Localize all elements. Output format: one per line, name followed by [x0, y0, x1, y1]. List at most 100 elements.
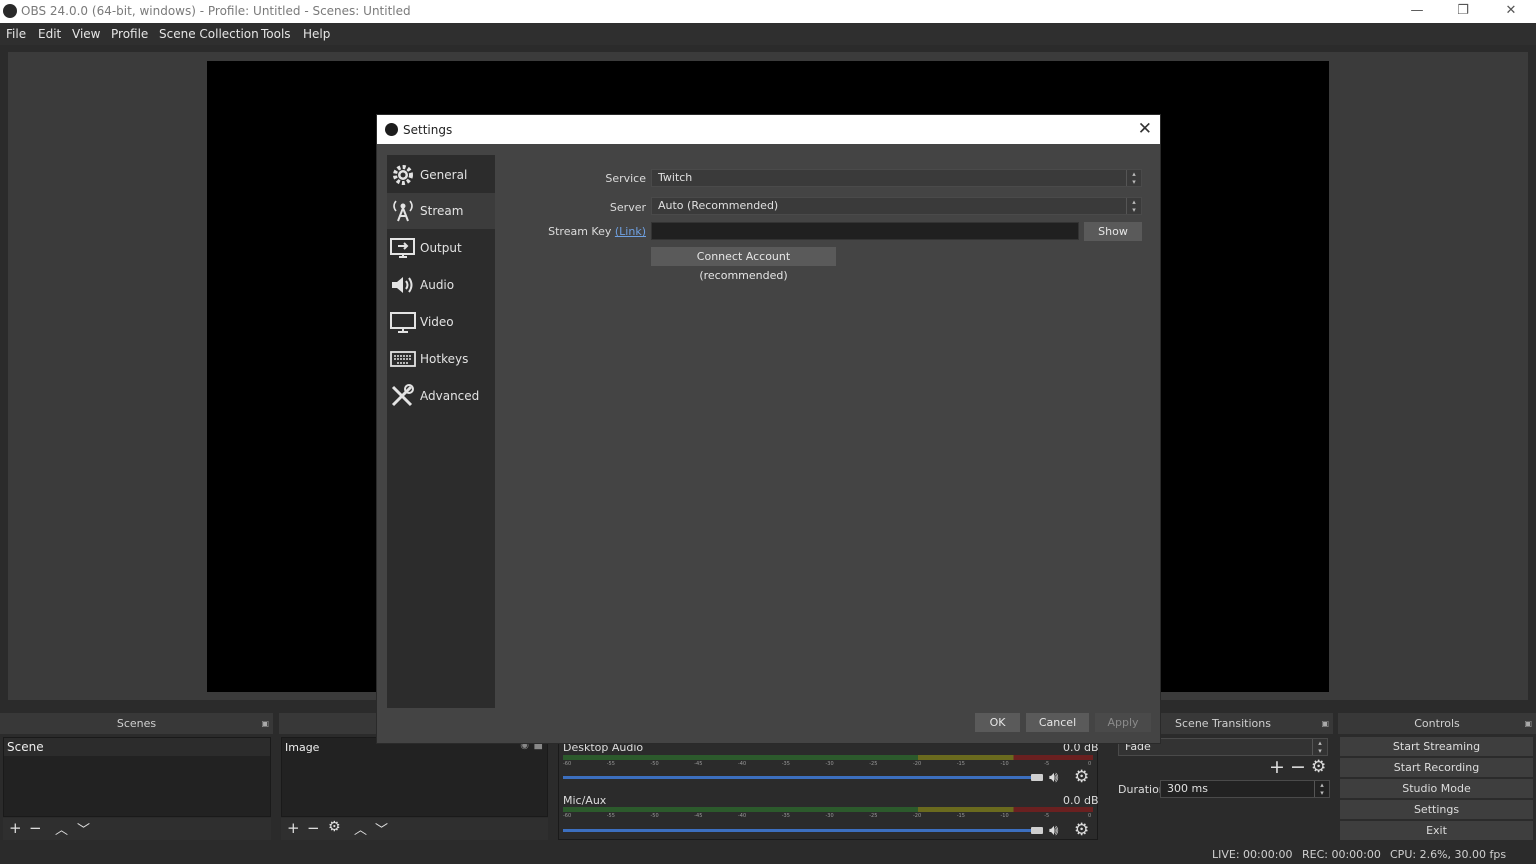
updown-icon: ▴ ▾ [1312, 739, 1327, 755]
meter-tick-label: -15 [956, 813, 965, 819]
gear-icon[interactable]: ⚙ [1074, 767, 1089, 787]
cancel-button[interactable]: Cancel [1026, 713, 1089, 732]
meter-tick-label: -5 [1044, 761, 1050, 767]
move-down-icon[interactable]: ﹀ [77, 819, 90, 838]
stream-key-text: Stream Key [548, 225, 612, 238]
cpu-status: CPU: 2.6%, 30.00 fps [1390, 848, 1507, 861]
category-label: Audio [420, 278, 455, 292]
minimize-button[interactable]: — [1394, 0, 1440, 23]
move-down-icon[interactable]: ﹀ [375, 819, 388, 838]
mixer-track-name: Mic/Aux [563, 794, 607, 807]
remove-icon[interactable]: − [29, 819, 42, 837]
duration-input[interactable]: 300 ms ▴ ▾ [1160, 780, 1330, 798]
meter-tick-label: -45 [694, 813, 703, 819]
add-icon[interactable]: + [9, 819, 22, 837]
gear-icon[interactable]: ⚙ [1311, 757, 1326, 777]
menu-tools[interactable]: Tools [261, 27, 291, 41]
menu-view[interactable]: View [72, 27, 100, 41]
category-stream[interactable]: Stream [387, 193, 495, 229]
settings-categories: General Stream Output Audio Video Hotkey… [387, 155, 495, 708]
start-recording-button[interactable]: Start Recording [1340, 758, 1533, 777]
category-advanced[interactable]: Advanced [387, 378, 495, 414]
meter-tick-label: -5 [1044, 813, 1050, 819]
service-value: Twitch [658, 171, 693, 184]
menu-profile[interactable]: Profile [111, 27, 148, 41]
menu-edit[interactable]: Edit [38, 27, 61, 41]
meter-tick-label: -50 [650, 813, 659, 819]
volume-slider[interactable] [563, 829, 1033, 832]
category-general[interactable]: General [387, 157, 495, 193]
category-audio[interactable]: Audio [387, 267, 495, 303]
scenes-dock-title: Scenes [116, 717, 157, 730]
remove-icon[interactable]: − [1290, 756, 1306, 778]
scenes-list: Scene [3, 737, 271, 817]
updown-icon: ▴ ▾ [1126, 170, 1141, 186]
meter-tick-label: -25 [869, 813, 878, 819]
exit-button[interactable]: Exit [1340, 821, 1533, 840]
volume-meter [563, 755, 1093, 760]
meter-tick-label: -15 [956, 761, 965, 767]
restore-button[interactable]: ❐ [1440, 0, 1486, 23]
server-value: Auto (Recommended) [658, 199, 779, 212]
service-label: Service [605, 172, 646, 185]
stream-key-input[interactable] [651, 222, 1079, 240]
category-label: Stream [420, 204, 464, 218]
speaker-icon [392, 277, 413, 293]
meter-tick-label: -60 [563, 813, 572, 819]
volume-slider[interactable] [563, 776, 1033, 779]
obs-logo-icon [385, 123, 398, 136]
apply-button[interactable]: Apply [1095, 713, 1151, 732]
list-item[interactable]: Scene [4, 738, 270, 756]
menu-help[interactable]: Help [303, 27, 330, 41]
category-label: Hotkeys [420, 352, 469, 366]
ok-button[interactable]: OK [975, 713, 1020, 732]
category-video[interactable]: Video [387, 304, 495, 340]
menu-file[interactable]: File [6, 27, 26, 41]
speaker-icon[interactable]: 🔊︎ [1049, 821, 1058, 839]
dock-float-icon[interactable]: ▣ [261, 713, 269, 734]
updown-icon[interactable]: ▴ ▾ [1314, 781, 1329, 797]
stream-key-link[interactable]: (Link) [615, 225, 646, 238]
category-hotkeys[interactable]: Hotkeys [387, 341, 495, 377]
meter-tick-label: -35 [781, 813, 790, 819]
menu-scene-collection[interactable]: Scene Collection [159, 27, 259, 41]
move-up-icon[interactable]: ︿ [55, 819, 68, 838]
volume-slider-handle[interactable] [1031, 774, 1043, 781]
gear-icon[interactable]: ⚙ [1074, 820, 1089, 840]
sources-list: Image ◉ ■ [281, 737, 548, 817]
dock-float-icon[interactable]: ▣ [1321, 713, 1329, 734]
server-select[interactable]: Auto (Recommended) ▴ ▾ [651, 197, 1142, 215]
volume-slider-handle[interactable] [1031, 827, 1043, 834]
meter-ticks: -60 -55 -50 -45 -40 -35 -30 -25 -20 -15 -10 -5 0 [563, 761, 1093, 770]
meter-tick-label: -40 [738, 813, 747, 819]
rec-status: REC: 00:00:00 [1302, 848, 1381, 861]
server-label: Server [609, 201, 646, 214]
show-button[interactable]: Show [1084, 222, 1142, 241]
close-button[interactable]: ✕ [1488, 0, 1534, 23]
category-output[interactable]: Output [387, 230, 495, 266]
meter-tick-label: -40 [738, 761, 747, 767]
volume-meter [563, 807, 1093, 812]
move-up-icon[interactable]: ︿ [354, 819, 367, 838]
remove-icon[interactable]: − [307, 819, 320, 837]
add-icon[interactable]: + [287, 819, 300, 837]
meter-tick-label: -20 [913, 813, 922, 819]
obs-logo-icon [3, 4, 17, 18]
transitions-dock-title: Scene Transitions [1175, 717, 1271, 730]
studio-mode-button[interactable]: Studio Mode [1340, 779, 1533, 798]
meter-tick-label: -55 [606, 813, 615, 819]
settings-title: Settings [403, 123, 453, 137]
start-streaming-button[interactable]: Start Streaming [1340, 737, 1533, 756]
close-icon[interactable]: ✕ [1138, 119, 1152, 139]
service-select[interactable]: Twitch ▴ ▾ [651, 169, 1142, 187]
meter-tick-label: -10 [1000, 813, 1009, 819]
scenes-dock-header: Scenes ▣ [0, 713, 273, 734]
connect-account-button[interactable]: Connect Account (recommended) [651, 247, 836, 282]
settings-button[interactable]: Settings [1340, 800, 1533, 819]
speaker-icon[interactable]: 🔊︎ [1049, 768, 1058, 786]
meter-tick-label: -10 [1000, 761, 1009, 767]
dock-float-icon[interactable]: ▣ [1524, 713, 1532, 734]
gear-icon[interactable]: ⚙ [328, 819, 341, 835]
category-label: General [420, 168, 468, 182]
add-icon[interactable]: + [1269, 756, 1285, 778]
